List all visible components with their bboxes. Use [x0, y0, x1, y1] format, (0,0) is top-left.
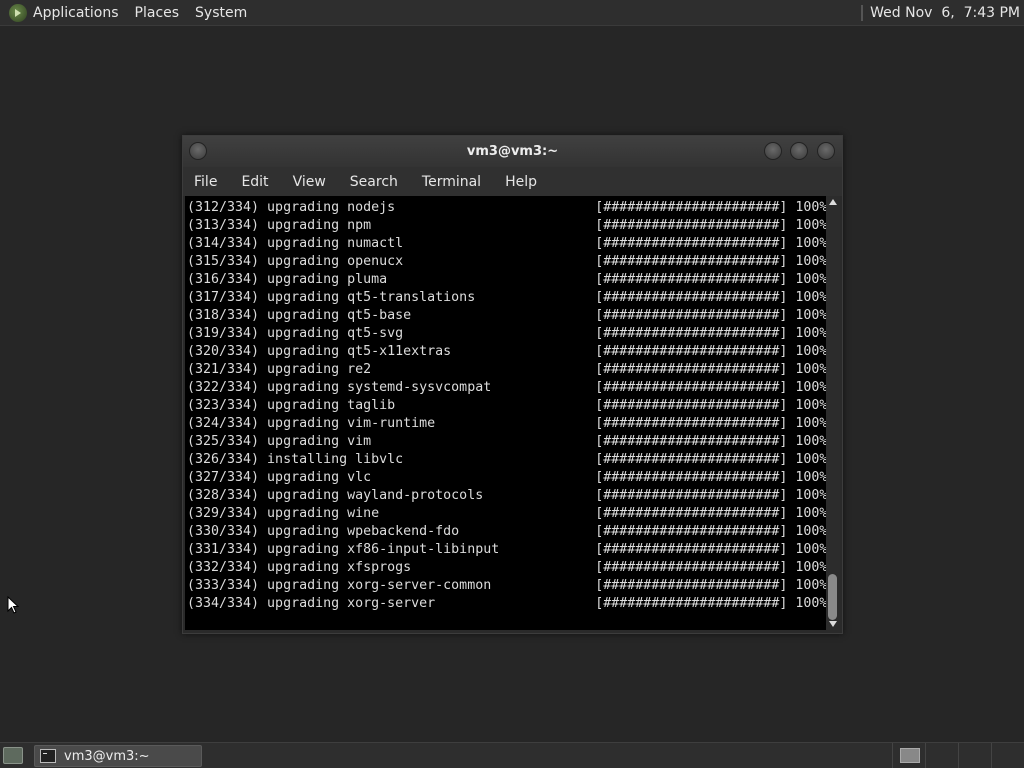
scroll-up-arrow-icon[interactable]: [829, 199, 837, 205]
terminal-line: (320/334) upgrading qt5-x11extras [#####…: [187, 344, 826, 359]
menu-edit[interactable]: Edit: [229, 174, 280, 190]
terminal-line: (333/334) upgrading xorg-server-common […: [187, 578, 826, 593]
workspace-3[interactable]: [958, 743, 991, 768]
terminal-scrollbar[interactable]: [826, 196, 840, 630]
terminal-line: (319/334) upgrading qt5-svg [###########…: [187, 326, 826, 341]
terminal-line: (334/334) upgrading xorg-server [#######…: [187, 596, 826, 611]
terminal-line: (332/334) upgrading xfsprogs [##########…: [187, 560, 826, 575]
terminal-line: (326/334) installing libvlc [###########…: [187, 452, 826, 467]
menu-search[interactable]: Search: [338, 174, 410, 190]
maximize-button[interactable]: [790, 142, 808, 160]
workspace-4[interactable]: [991, 743, 1024, 768]
menu-file[interactable]: File: [183, 174, 229, 190]
terminal-menubar: File Edit View Search Terminal Help: [183, 167, 842, 196]
places-menu[interactable]: Places: [127, 5, 188, 21]
window-title: vm3@vm3:~: [466, 144, 559, 159]
show-desktop-icon[interactable]: [3, 747, 23, 764]
terminal-output[interactable]: (312/334) upgrading nodejs [############…: [185, 196, 826, 630]
terminal-line: (329/334) upgrading wine [##############…: [187, 506, 826, 521]
menu-help[interactable]: Help: [493, 174, 549, 190]
clock-text: Wed Nov 6, 7:43 PM: [870, 4, 1020, 21]
workspace-window-thumbnail: [900, 748, 920, 763]
scrollbar-thumb[interactable]: [828, 574, 837, 620]
terminal-icon: [40, 749, 56, 763]
terminal-line: (321/334) upgrading re2 [###############…: [187, 362, 826, 377]
terminal-lines: (312/334) upgrading nodejs [############…: [185, 196, 826, 613]
terminal-line: (330/334) upgrading wpebackend-fdo [####…: [187, 524, 826, 539]
scroll-down-arrow-icon[interactable]: [829, 621, 837, 627]
terminal-line: (328/334) upgrading wayland-protocols [#…: [187, 488, 826, 503]
terminal-line: (317/334) upgrading qt5-translations [##…: [187, 290, 826, 305]
terminal-window[interactable]: vm3@vm3:~ File Edit View Search Terminal…: [182, 135, 843, 634]
minimize-button[interactable]: [764, 142, 782, 160]
terminal-line: (314/334) upgrading numactl [###########…: [187, 236, 826, 251]
menu-terminal[interactable]: Terminal: [410, 174, 493, 190]
workspace-1[interactable]: [892, 743, 925, 768]
close-button[interactable]: [817, 142, 835, 160]
terminal-line: (322/334) upgrading systemd-sysvcompat […: [187, 380, 826, 395]
terminal-line: (315/334) upgrading openucx [###########…: [187, 254, 826, 269]
system-menu[interactable]: System: [187, 5, 255, 21]
terminal-line: (323/334) upgrading taglib [############…: [187, 398, 826, 413]
terminal-line: (316/334) upgrading pluma [#############…: [187, 272, 826, 287]
top-panel: Applications Places System Wed Nov 6, 7:…: [0, 0, 1024, 26]
taskbar-window-button[interactable]: vm3@vm3:~: [34, 745, 202, 767]
terminal-line: (327/334) upgrading vlc [###############…: [187, 470, 826, 485]
window-titlebar[interactable]: vm3@vm3:~: [183, 136, 842, 167]
workspace-switcher[interactable]: [892, 743, 1024, 768]
terminal-line: (324/334) upgrading vim-runtime [#######…: [187, 416, 826, 431]
terminal-line: (325/334) upgrading vim [###############…: [187, 434, 826, 449]
applications-menu[interactable]: Applications: [33, 5, 127, 21]
terminal-line: (331/334) upgrading xf86-input-libinput …: [187, 542, 826, 557]
workspace-2[interactable]: [925, 743, 958, 768]
bottom-panel: vm3@vm3:~: [0, 742, 1024, 768]
taskbar-window-label: vm3@vm3:~: [64, 748, 150, 764]
terminal-line: (313/334) upgrading npm [###############…: [187, 218, 826, 233]
panel-separator: [861, 4, 864, 21]
mate-logo-icon[interactable]: [9, 3, 27, 22]
clock[interactable]: Wed Nov 6, 7:43 PM: [861, 0, 1020, 25]
mouse-pointer-icon: [7, 596, 19, 614]
menu-view[interactable]: View: [281, 174, 338, 190]
terminal-line: (312/334) upgrading nodejs [############…: [187, 200, 826, 215]
terminal-line: (318/334) upgrading qt5-base [##########…: [187, 308, 826, 323]
